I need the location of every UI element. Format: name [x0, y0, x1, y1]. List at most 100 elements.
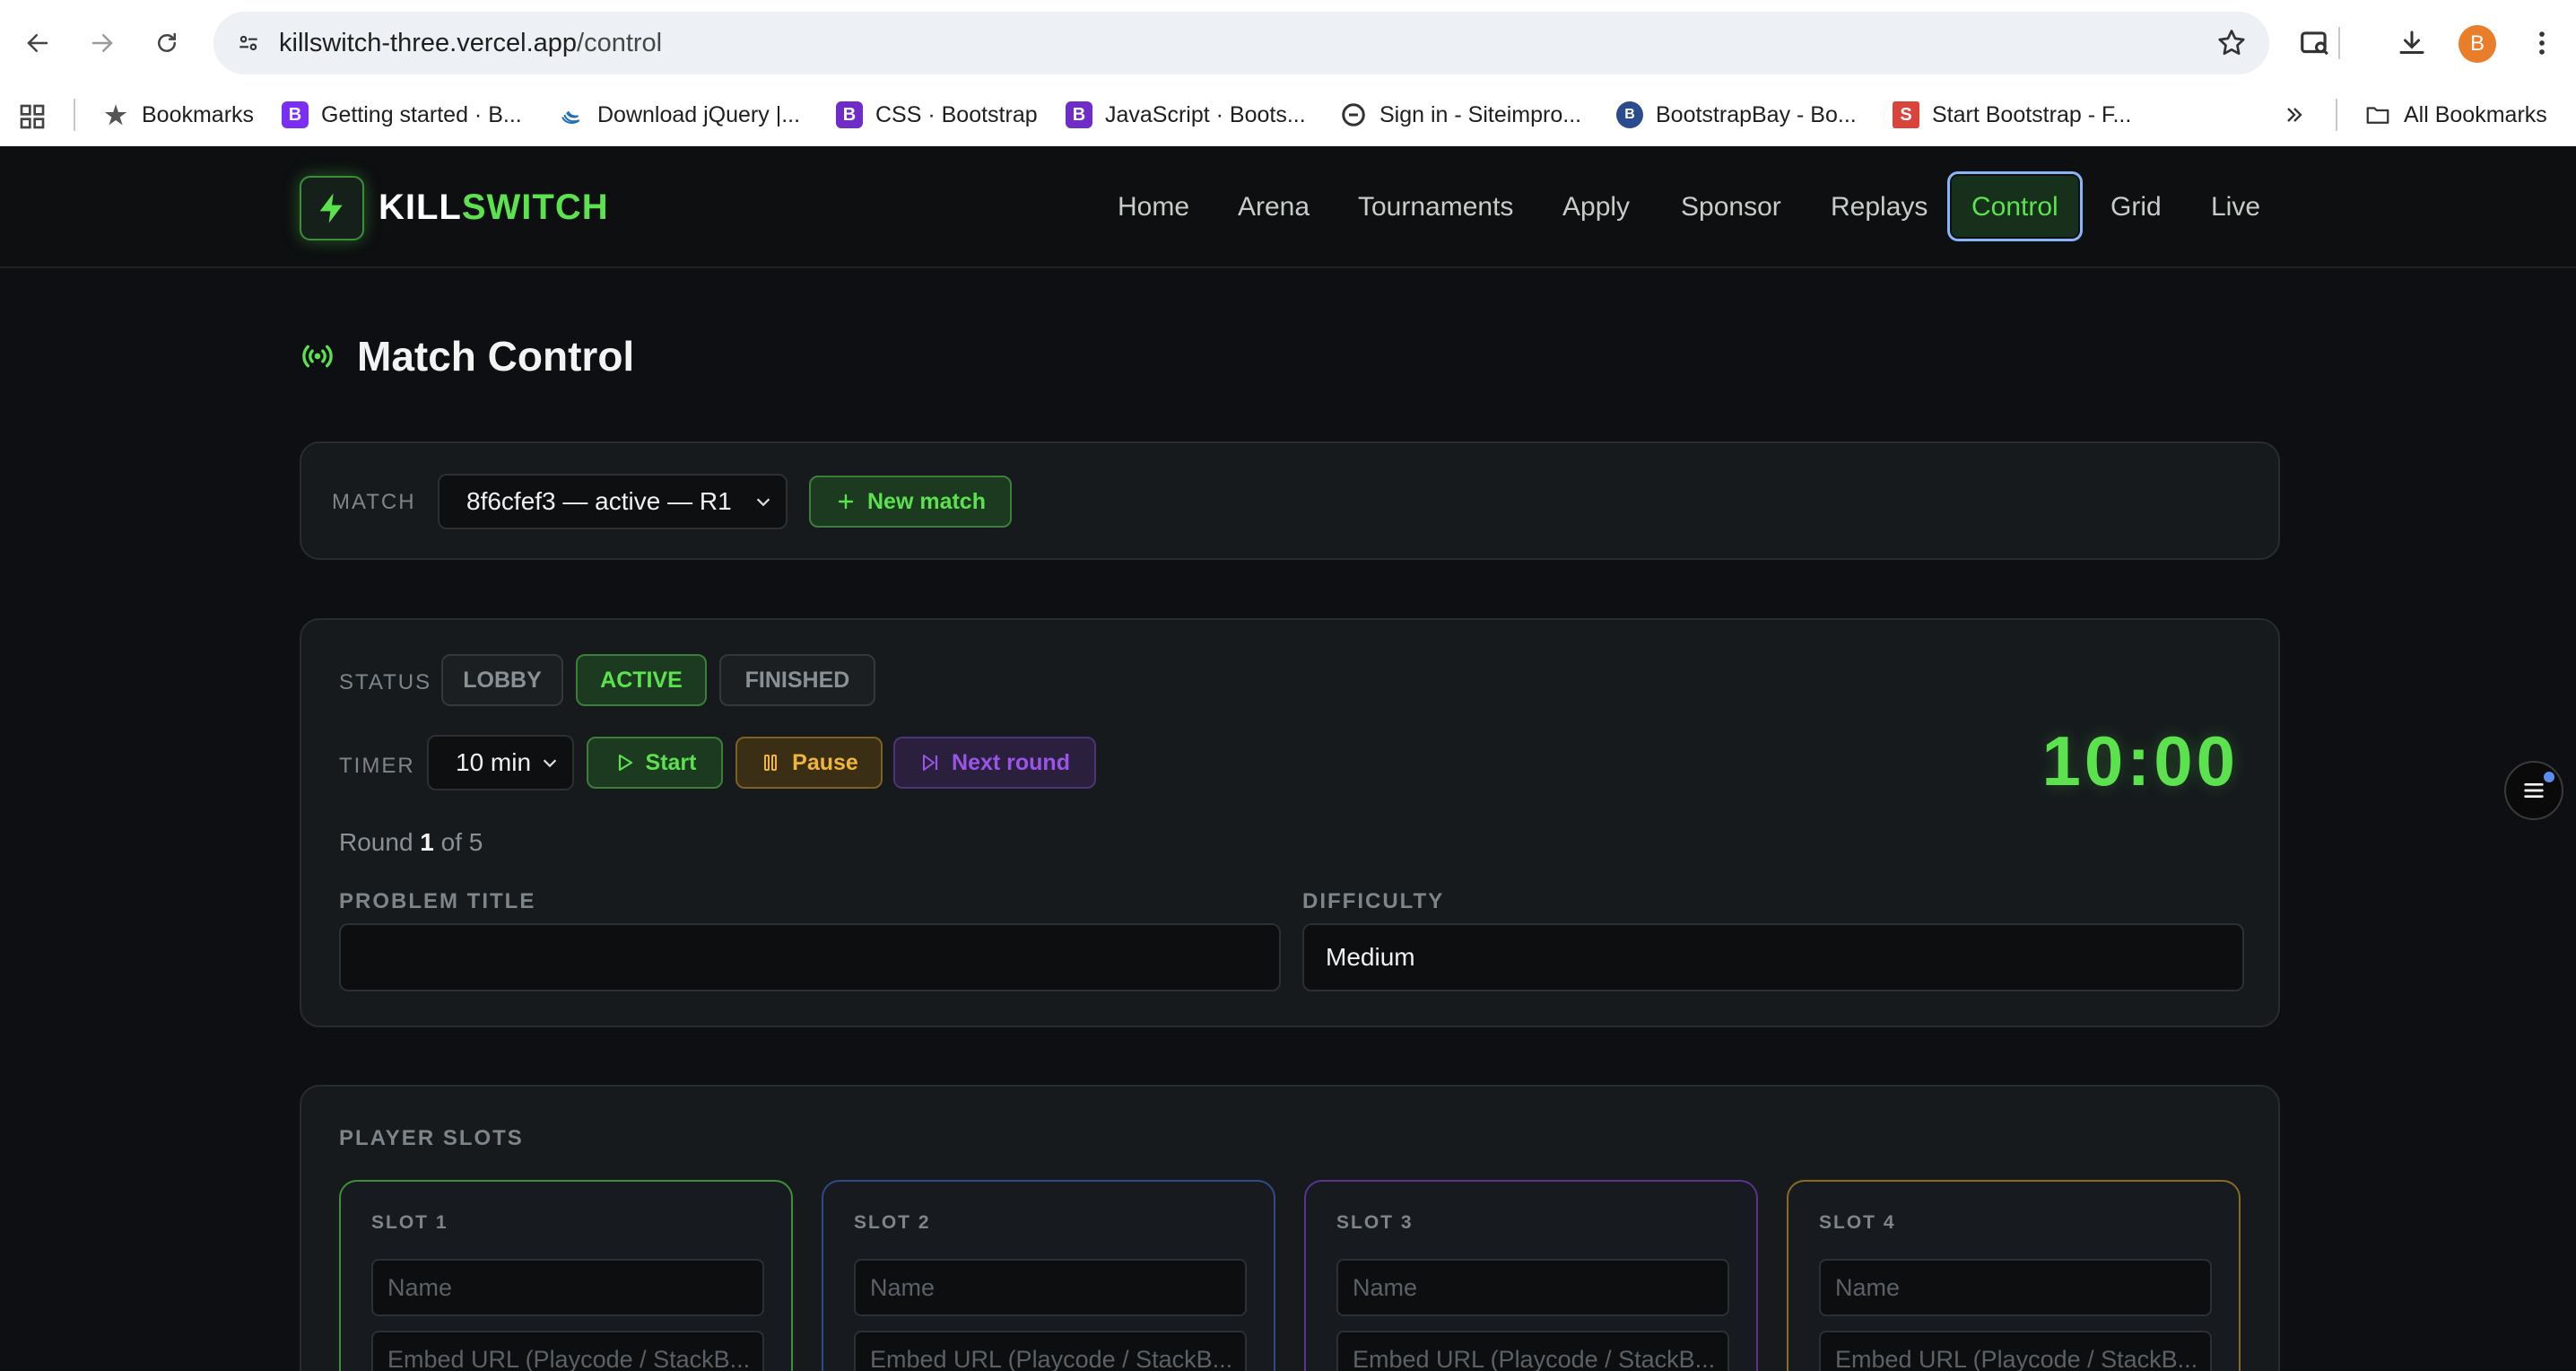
bookmark-label: Download jQuery |... [597, 101, 801, 127]
browser-toolbar: killswitch-three.vercel.app/control B [0, 0, 2576, 86]
pause-label: Pause [792, 749, 858, 775]
slot-name-input[interactable]: Name [371, 1259, 764, 1316]
bookmarks-divider [2336, 99, 2337, 131]
bookmark-item[interactable]: Sign in - Siteimpro... [1340, 95, 1581, 135]
toolbar-divider [2338, 27, 2340, 59]
round-current: 1 [420, 828, 434, 856]
bookmark-label: BootstrapBay - Bo... [1656, 101, 1857, 127]
browser-chrome: killswitch-three.vercel.app/control B ★ … [0, 0, 2576, 146]
bookmark-label: Getting started · B... [321, 101, 522, 127]
bootstrap-icon: B [1066, 101, 1092, 128]
chevron-down-icon [756, 498, 770, 507]
difficulty-label: DIFFICULTY [1302, 889, 1445, 913]
bookmark-item[interactable]: B Getting started · B... [282, 95, 522, 135]
nav-sponsor[interactable]: Sponsor [1681, 180, 1781, 234]
next-round-button[interactable]: Next round [893, 737, 1096, 789]
match-select-value: 8f6cfef3 — active — R1 [466, 487, 732, 515]
problem-title-label: PROBLEM TITLE [339, 889, 536, 913]
folder-icon [2364, 101, 2391, 128]
slot-name-input[interactable]: Name [1336, 1259, 1729, 1316]
bootstrapbay-icon: B [1616, 101, 1643, 128]
bookmarks-divider [74, 99, 75, 131]
status-lobby-button[interactable]: LOBBY [441, 654, 563, 706]
nav-grid[interactable]: Grid [2110, 180, 2162, 234]
broadcast-icon [302, 345, 333, 368]
difficulty-input[interactable]: Medium [1302, 923, 2244, 991]
tab-search-icon[interactable] [2295, 23, 2335, 63]
player-slots-label: PLAYER SLOTS [339, 1126, 524, 1150]
side-panel-toggle[interactable] [2504, 761, 2563, 820]
bookmark-item[interactable]: B BootstrapBay - Bo... [1616, 95, 1857, 135]
nav-arena[interactable]: Arena [1238, 180, 1310, 234]
siteimprove-icon [1340, 101, 1367, 128]
nav-tournaments[interactable]: Tournaments [1358, 180, 1513, 234]
player-slot-3: SLOT 3 Name Embed URL (Playcode / StackB… [1304, 1180, 1758, 1371]
nav-home[interactable]: Home [1118, 180, 1189, 234]
chevron-down-icon [543, 759, 557, 768]
bookmark-item[interactable]: Download jQuery |... [558, 95, 800, 135]
browser-menu-icon[interactable] [2522, 23, 2562, 63]
lightning-icon [319, 193, 343, 223]
download-icon[interactable] [2392, 23, 2432, 63]
more-bookmarks-chevron-icon[interactable] [2282, 95, 2307, 135]
status-card: STATUS LOBBY ACTIVE FINISHED TIMER 10 mi… [300, 618, 2280, 1027]
pause-icon [764, 755, 778, 771]
new-match-button[interactable]: New match [809, 476, 1012, 528]
nav-control[interactable]: Control [1947, 171, 2083, 241]
status-label: STATUS [339, 670, 432, 694]
reload-button[interactable] [144, 20, 190, 66]
slot-label: SLOT 3 [1336, 1212, 1414, 1233]
slot-embed-url-input[interactable]: Embed URL (Playcode / StackB... [1336, 1331, 1729, 1371]
start-label: Start [645, 749, 697, 775]
bookmarks-bar: ★ Bookmarks B Getting started · B... Dow… [0, 86, 2576, 146]
bookmark-label: JavaScript · Boots... [1105, 101, 1306, 127]
slot-embed-url-input[interactable]: Embed URL (Playcode / StackB... [1819, 1331, 2212, 1371]
forward-button[interactable] [79, 20, 126, 66]
match-label: MATCH [332, 490, 416, 514]
page-content: Match Control MATCH 8f6cfef3 — active — … [0, 268, 2576, 1371]
slot-embed-url-input[interactable]: Embed URL (Playcode / StackB... [371, 1331, 764, 1371]
bookmark-item[interactable]: S Start Bootstrap - F... [1893, 95, 2131, 135]
timer-select[interactable]: 10 min [427, 735, 574, 790]
logo-badge[interactable] [300, 176, 364, 240]
arrow-left-icon [27, 34, 48, 52]
bookmark-item[interactable]: ★ Bookmarks [102, 95, 254, 135]
address-bar[interactable]: killswitch-three.vercel.app/control [213, 12, 2269, 74]
notification-dot [2544, 772, 2554, 782]
slot-embed-url-input[interactable]: Embed URL (Playcode / StackB... [854, 1331, 1247, 1371]
skip-forward-icon [923, 755, 938, 771]
bootstrap-icon: B [836, 101, 863, 128]
bookmark-label: Sign in - Siteimpro... [1379, 101, 1582, 127]
bookmark-star-icon[interactable] [2215, 27, 2248, 59]
back-button[interactable] [14, 20, 61, 66]
all-bookmarks-folder[interactable]: All Bookmarks [2364, 95, 2547, 135]
slot-label: SLOT 1 [371, 1212, 448, 1233]
startbootstrap-icon: S [1893, 101, 1919, 128]
bookmark-label: Start Bootstrap - F... [1932, 101, 2132, 127]
slot-name-input[interactable]: Name [1819, 1259, 2212, 1316]
round-indicator: Round 1 of 5 [339, 828, 483, 857]
reload-icon [158, 32, 176, 52]
slot-name-input[interactable]: Name [854, 1259, 1247, 1316]
match-select[interactable]: 8f6cfef3 — active — R1 [438, 474, 788, 529]
status-finished-button[interactable]: FINISHED [719, 654, 875, 706]
menu-lines-icon [2524, 783, 2544, 798]
nav-replays[interactable]: Replays [1831, 180, 1928, 234]
problem-title-input[interactable] [339, 923, 1281, 991]
bookmark-item[interactable]: B JavaScript · Boots... [1066, 95, 1306, 135]
status-active-button[interactable]: ACTIVE [576, 654, 707, 706]
apps-grid-icon[interactable] [18, 97, 47, 136]
profile-avatar[interactable]: B [2459, 25, 2496, 63]
site-settings-icon[interactable] [231, 26, 265, 60]
arrow-right-icon [91, 34, 113, 52]
logo-wordmark[interactable]: KILLSWITCH [379, 184, 609, 231]
new-match-label: New match [867, 488, 986, 514]
nav-live[interactable]: Live [2211, 180, 2260, 234]
pause-button[interactable]: Pause [735, 737, 883, 789]
nav-apply[interactable]: Apply [1562, 180, 1630, 234]
bookmark-item[interactable]: B CSS · Bootstrap [836, 95, 1038, 135]
slot-label: SLOT 2 [854, 1212, 931, 1233]
bookmark-label: All Bookmarks [2404, 101, 2547, 127]
round-suffix: of 5 [440, 828, 483, 856]
start-button[interactable]: Start [587, 737, 723, 789]
